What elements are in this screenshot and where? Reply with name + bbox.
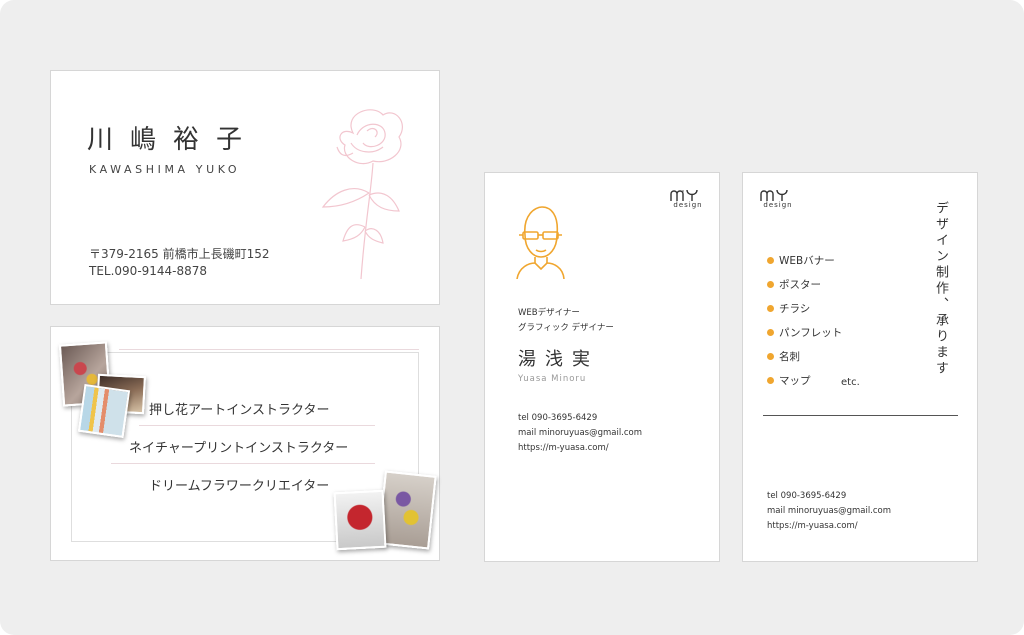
service-label: パンフレット [779,327,843,339]
service-label: 名刺 [779,351,800,363]
logo-subtitle: design [673,201,703,209]
service-item: WEBバナー [767,253,835,268]
business-card-kawashima: 川嶋裕子 KAWASHIMA YUKO 〒379-2165 前橋市上長磯町152… [50,70,440,305]
divider [763,415,958,416]
divider [139,425,375,426]
service-label: チラシ [779,303,811,315]
contact-tel: tel 090-3695-6429 [767,491,847,501]
contact-url: https://m-yuasa.com/ [767,521,858,531]
divider [119,349,419,350]
my-design-logo: design [759,187,797,211]
contact-mail: mail minoruyuas@gmail.com [518,428,643,438]
contact-mail: mail minoruyuas@gmail.com [767,506,892,516]
bullet-dot-icon [767,280,774,288]
logo-subtitle: design [763,201,793,209]
service-item: 名刺 [767,349,800,364]
vertical-tagline: デザイン制作、承ります [933,201,948,377]
card-address: 〒379-2165 前橋市上長磯町152 [89,247,270,261]
rose-icon [321,109,404,280]
service-label: マップ [779,375,811,387]
divider [111,463,375,464]
card-name: 川嶋裕子 [87,125,260,155]
contact-url: https://m-yuasa.com/ [518,443,609,453]
contact-tel: tel 090-3695-6429 [518,413,598,423]
business-card-flower-instructor: 押し花アートインストラクター ネイチャープリントインストラクター ドリームフラワ… [50,326,440,561]
my-logo-icon [760,189,788,201]
my-design-logo: design [669,187,707,211]
service-label: WEBバナー [779,255,835,267]
bullet-dot-icon [767,256,774,264]
job-title: WEBデザイナー [518,308,580,318]
card-name-roman: Yuasa Minoru [518,374,587,384]
card-name-roman: KAWASHIMA YUKO [89,163,241,176]
flower-photo [333,489,387,551]
service-item: ポスター [767,277,821,292]
instructor-title: ネイチャープリントインストラクター [129,441,349,456]
card-tel: TEL.090-9144-8878 [89,264,208,278]
job-title: グラフィック デザイナー [518,323,614,333]
bullet-dot-icon [767,304,774,312]
instructor-title: 押し花アートインストラクター [149,403,330,418]
services-etc: etc. [841,377,860,388]
avatar-icon [516,206,565,279]
service-label: ポスター [779,279,821,291]
flower-photo [77,384,131,438]
bullet-dot-icon [767,328,774,336]
instructor-title: ドリームフラワークリエイター [149,479,330,494]
bullet-dot-icon [767,376,774,384]
card-name: 湯浅実 [518,349,599,370]
business-card-yuasa-back: design WEBバナー ポスター チラシ パンフレット 名刺 マップ etc… [742,172,978,562]
service-item: チラシ [767,301,810,316]
service-item: マップ [767,373,811,388]
business-card-yuasa-front: design WEBデザイナー グラフィック デザイナー 湯浅実 Yuasa M… [484,172,720,562]
my-logo-icon [670,189,698,201]
bullet-dot-icon [767,352,774,360]
flower-photo [377,470,437,550]
service-item: パンフレット [767,325,842,340]
